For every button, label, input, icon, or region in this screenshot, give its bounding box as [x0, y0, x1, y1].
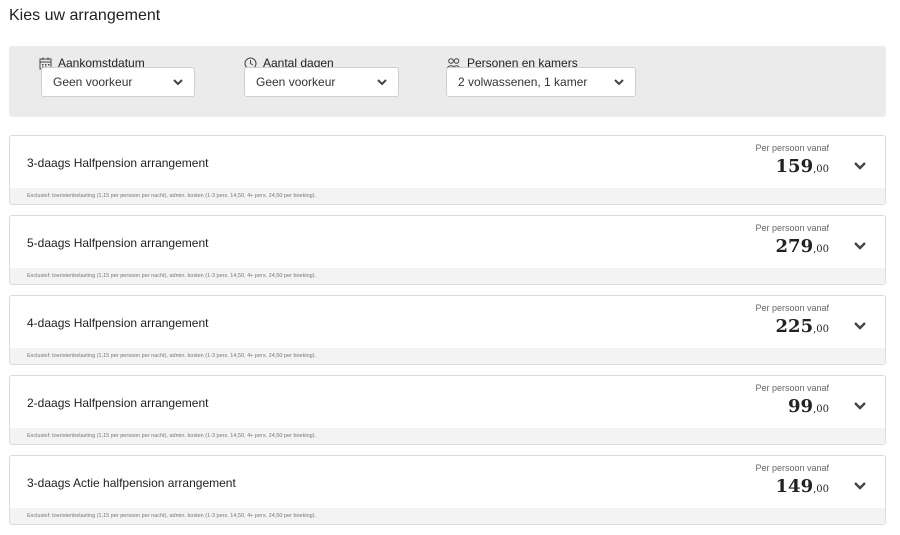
page-title: Kies uw arrangement: [9, 7, 161, 24]
chevron-down-icon: [173, 79, 183, 86]
price-decimal: ,00: [813, 404, 829, 415]
price-integer: 279: [775, 236, 814, 257]
chevron-down-icon: [377, 79, 387, 86]
price: 225,00: [776, 316, 829, 337]
price-decimal: ,00: [813, 484, 829, 495]
exclusions-note: Exclusief: toeristenbelasting (1,15 per …: [10, 428, 885, 444]
per-person-label: Per persoon vanaf: [755, 223, 829, 233]
days-select[interactable]: Geen voorkeur: [244, 67, 399, 97]
price-integer: 99: [788, 396, 814, 417]
price-decimal: ,00: [813, 244, 829, 255]
price-decimal: ,00: [813, 324, 829, 335]
persons-select-value: 2 volwassenen, 1 kamer: [458, 75, 588, 89]
price: 99,00: [788, 396, 829, 417]
arrangement-title: 3-daags Actie halfpension arrangement: [27, 476, 236, 490]
arrangement-title: 4-daags Halfpension arrangement: [27, 316, 209, 330]
chevron-down-icon[interactable]: [853, 318, 867, 332]
exclusions-note: Exclusief: toeristenbelasting (1,15 per …: [10, 268, 885, 284]
arrangement-card[interactable]: 2-daags Halfpension arrangement Per pers…: [9, 375, 886, 445]
chevron-down-icon: [614, 79, 624, 86]
chevron-down-icon[interactable]: [853, 238, 867, 252]
price: 149,00: [776, 476, 829, 497]
price: 159,00: [776, 156, 829, 177]
arrangement-card[interactable]: 5-daags Halfpension arrangement Per pers…: [9, 215, 886, 285]
exclusions-note: Exclusief: toeristenbelasting (1,15 per …: [10, 188, 885, 204]
per-person-label: Per persoon vanaf: [755, 303, 829, 313]
exclusions-note: Exclusief: toeristenbelasting (1,15 per …: [10, 508, 885, 524]
filter-bar: Aankomstdatum Geen voorkeur Aantal dagen…: [9, 46, 886, 117]
arrangement-card[interactable]: 3-daags Actie halfpension arrangement Pe…: [9, 455, 886, 525]
per-person-label: Per persoon vanaf: [755, 463, 829, 473]
arrangement-title: 5-daags Halfpension arrangement: [27, 236, 209, 250]
price-integer: 159: [775, 156, 814, 177]
per-person-label: Per persoon vanaf: [755, 383, 829, 393]
chevron-down-icon[interactable]: [853, 478, 867, 492]
chevron-down-icon[interactable]: [853, 158, 867, 172]
per-person-label: Per persoon vanaf: [755, 143, 829, 153]
price: 279,00: [776, 236, 829, 257]
exclusions-note: Exclusief: toeristenbelasting (1,15 per …: [10, 348, 885, 364]
arrangement-card[interactable]: 4-daags Halfpension arrangement Per pers…: [9, 295, 886, 365]
price-integer: 149: [775, 476, 814, 497]
price-integer: 225: [775, 316, 814, 337]
arrangement-title: 2-daags Halfpension arrangement: [27, 396, 209, 410]
price-decimal: ,00: [813, 164, 829, 175]
arrangement-card[interactable]: 3-daags Halfpension arrangement Per pers…: [9, 135, 886, 205]
arrangement-title: 3-daags Halfpension arrangement: [27, 156, 209, 170]
persons-select[interactable]: 2 volwassenen, 1 kamer: [446, 67, 636, 97]
arrival-select[interactable]: Geen voorkeur: [41, 67, 195, 97]
days-select-value: Geen voorkeur: [256, 75, 336, 89]
arrival-select-value: Geen voorkeur: [53, 75, 133, 89]
chevron-down-icon[interactable]: [853, 398, 867, 412]
